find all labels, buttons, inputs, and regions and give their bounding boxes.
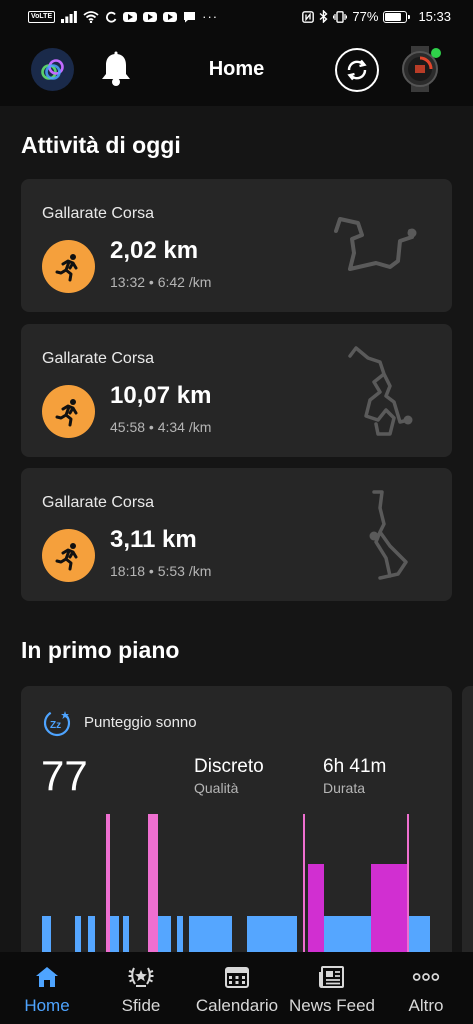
section-title-today: Attività di oggi — [21, 132, 181, 158]
vibrate-icon — [333, 10, 348, 23]
sleep-stage-bar — [308, 864, 324, 952]
sleep-stage-bar — [88, 916, 95, 952]
sync-status-icon — [106, 11, 117, 23]
sleep-stages-chart — [42, 814, 430, 952]
nfc-icon — [302, 10, 315, 23]
activity-name: Gallarate Corsa — [42, 205, 155, 222]
youtube-icon — [163, 11, 178, 22]
sleep-stage-bar — [75, 916, 81, 952]
activity-meta: 45:58 • 4:34 /km — [110, 419, 212, 435]
clock: 15:33 — [418, 9, 451, 24]
status-right: 77% 15:33 — [302, 9, 451, 24]
nav-label: Altro — [408, 996, 444, 1015]
status-left: VoLTE ··· — [28, 9, 218, 24]
sleep-stage-bar — [158, 916, 171, 952]
bluetooth-icon — [319, 10, 328, 23]
nav-calendar[interactable]: Calendario — [190, 952, 284, 1024]
running-icon — [42, 529, 95, 582]
activity-name: Gallarate Corsa — [42, 494, 155, 511]
sleep-stage-bar — [409, 916, 430, 952]
battery-level — [385, 12, 401, 21]
sleep-score-value: 77 — [41, 752, 88, 799]
svg-text:Zz: Zz — [50, 720, 61, 731]
activity-distance: 3,11 km — [110, 526, 197, 553]
route-map-icon — [369, 490, 408, 580]
home-icon — [33, 964, 61, 990]
sleep-duration-value: 6h 41m — [323, 756, 387, 777]
youtube-icon — [123, 11, 138, 22]
route-map-icon — [348, 346, 413, 436]
signal-icon — [61, 10, 78, 23]
next-highlight-card[interactable] — [462, 686, 473, 952]
activity-card[interactable]: Gallarate Corsa 2,02 km 13:32 • 6:42 /km — [21, 179, 452, 312]
device-connected-indicator — [431, 48, 441, 58]
sleep-quality-stat: Discreto Qualità — [194, 756, 264, 796]
activity-distance: 2,02 km — [110, 237, 199, 264]
activity-meta: 18:18 • 5:53 /km — [110, 563, 212, 579]
sync-icon — [347, 59, 367, 81]
sleep-stage-bar — [177, 916, 183, 952]
nav-label: Calendario — [195, 996, 279, 1015]
laurel-icon — [127, 964, 155, 990]
sleep-stage-bar — [148, 814, 158, 952]
more-notifications-icon: ··· — [202, 9, 219, 24]
status-bar: VoLTE ··· 77% 15:33 — [0, 0, 473, 34]
activity-meta: 13:32 • 6:42 /km — [110, 274, 212, 290]
nav-label: Home — [24, 996, 70, 1015]
calendar-icon — [223, 964, 251, 990]
more-icon — [412, 964, 440, 990]
sleep-stage-bar — [42, 916, 51, 952]
device-watch-button[interactable] — [400, 46, 441, 92]
nav-home[interactable]: Home — [14, 952, 80, 1024]
sleep-stage-bar — [303, 814, 305, 952]
sleep-stage-bar — [324, 916, 371, 952]
sleep-stage-bar — [106, 814, 110, 952]
message-icon — [184, 11, 196, 22]
nav-news-feed[interactable]: News Feed — [284, 952, 380, 1024]
sleep-duration-label: Durata — [323, 780, 366, 796]
sleep-duration-stat: 6h 41m Durata — [323, 756, 386, 796]
sleep-stage-bar — [247, 916, 297, 952]
sleep-score-card[interactable]: Zz Punteggio sonno 77 Discreto Qualità 6… — [21, 686, 452, 952]
sleep-quality-value: Discreto — [194, 756, 264, 777]
volte-badge: VoLTE — [28, 10, 56, 23]
home-feed[interactable]: Attività di oggi Gallarate Corsa 2,02 km… — [0, 106, 473, 952]
app-bar: Home — [0, 34, 473, 106]
battery-icon — [383, 10, 411, 23]
sleep-card-title: Punteggio sonno — [84, 714, 197, 731]
sleep-stage-bar — [123, 916, 129, 952]
activity-name: Gallarate Corsa — [42, 350, 155, 367]
nav-label: News Feed — [289, 996, 375, 1015]
sleep-quality-label: Qualità — [194, 780, 239, 796]
route-map-icon — [334, 217, 417, 271]
battery-percent: 77% — [352, 9, 379, 24]
nav-label: Sfide — [121, 996, 161, 1015]
activity-card[interactable]: Gallarate Corsa 3,11 km 18:18 • 5:53 /km — [21, 468, 452, 601]
youtube-icon — [143, 11, 158, 22]
sleep-stage-bar — [371, 864, 407, 952]
bottom-nav: Home Sfide Calendario News Feed Altro — [0, 952, 473, 1024]
section-title-highlights: In primo piano — [21, 637, 180, 663]
sync-button[interactable] — [335, 48, 379, 92]
newspaper-icon — [318, 964, 346, 990]
sleep-stage-bar — [189, 916, 232, 952]
nav-challenges[interactable]: Sfide — [105, 952, 177, 1024]
activity-card[interactable]: Gallarate Corsa 10,07 km 45:58 • 4:34 /k… — [21, 324, 452, 457]
sleep-stage-bar — [407, 814, 409, 952]
running-icon — [42, 385, 95, 438]
nav-more[interactable]: Altro — [396, 952, 456, 1024]
sleep-stage-bar — [110, 916, 119, 952]
wifi-icon — [83, 10, 99, 23]
running-icon — [42, 240, 95, 293]
sleep-icon: Zz — [43, 709, 71, 737]
activity-distance: 10,07 km — [110, 382, 212, 409]
